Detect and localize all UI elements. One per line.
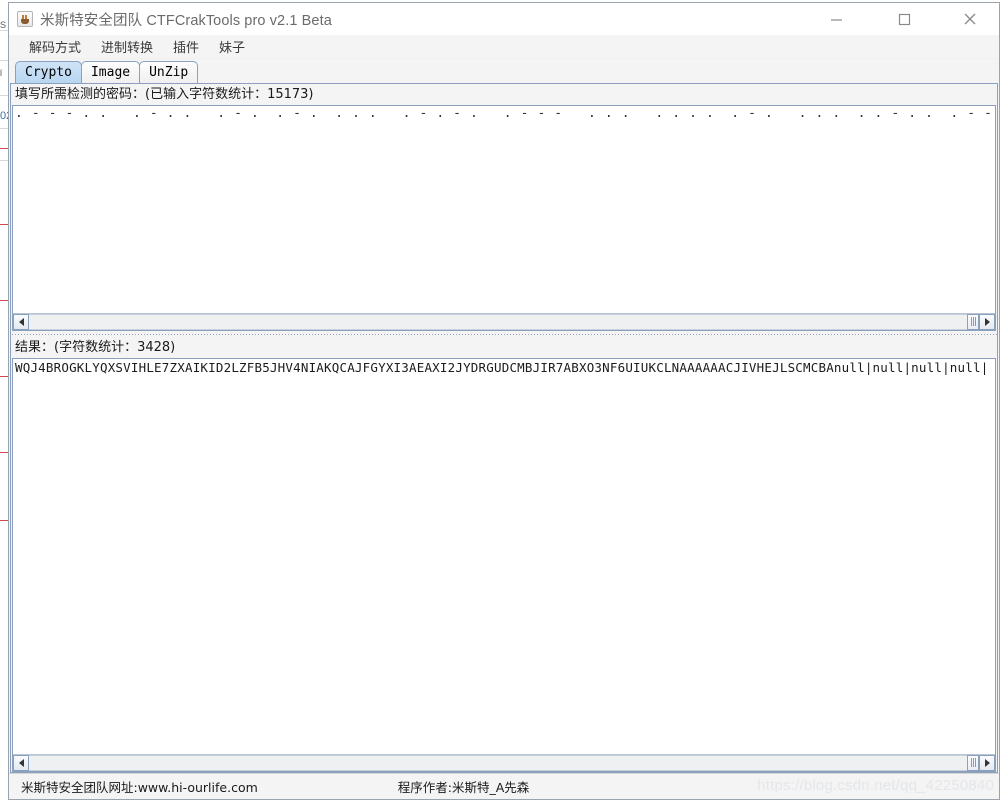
minimize-button[interactable]: [813, 3, 859, 35]
result-horizontal-scrollbar[interactable]: |||: [13, 754, 995, 771]
tab-strip: Crypto Image UnZip: [9, 59, 999, 83]
title-bar[interactable]: 米斯特安全团队 CTFCrakTools pro v2.1 Beta: [9, 3, 999, 35]
menu-item-plugins[interactable]: 插件: [163, 35, 209, 58]
maximize-button[interactable]: [881, 3, 927, 35]
menu-item-decode[interactable]: 解码方式: [19, 35, 91, 58]
scroll-track[interactable]: [29, 755, 967, 771]
scroll-left-arrow-icon[interactable]: [13, 314, 29, 330]
menu-item-girls[interactable]: 妹子: [209, 35, 255, 58]
menu-bar: 解码方式 进制转换 插件 妹子: [9, 35, 999, 59]
menu-item-radix-convert[interactable]: 进制转换: [91, 35, 163, 58]
status-author: 程序作者:米斯特_A先森: [397, 780, 530, 795]
scroll-thumb[interactable]: |||: [967, 314, 979, 330]
status-bar: 米斯特安全团队网址:www.hi-ourlife.com 程序作者:米斯特_A先…: [9, 773, 999, 799]
application-window: 米斯特安全团队 CTFCrakTools pro v2.1 Beta 解码方式 …: [8, 2, 1000, 800]
result-output-textarea[interactable]: WQJ4BROGKLYQXSVIHLE7ZXAIKID2LZFB5JHV4NIA…: [13, 359, 995, 754]
scroll-thumb[interactable]: |||: [967, 755, 979, 771]
minimize-icon: [830, 18, 842, 21]
password-input-value: . - - - . . . - . . . - . . - . . . . . …: [15, 107, 993, 121]
result-output-value: WQJ4BROGKLYQXSVIHLE7ZXAIKID2LZFB5JHV4NIA…: [15, 360, 989, 375]
result-field-label: 结果：(字符数统计：3428): [11, 337, 997, 358]
password-input-scrollpane: . - - - . . . - . . . - . . - . . . . . …: [12, 105, 996, 331]
window-title: 米斯特安全团队 CTFCrakTools pro v2.1 Beta: [40, 12, 332, 29]
scroll-right-arrow-icon[interactable]: [979, 314, 995, 330]
scroll-right-arrow-icon[interactable]: [979, 755, 995, 771]
close-icon: [964, 13, 976, 25]
input-horizontal-scrollbar[interactable]: |||: [13, 313, 995, 330]
scroll-track[interactable]: [29, 314, 967, 330]
close-button[interactable]: [947, 3, 993, 35]
password-input-textarea[interactable]: . - - - . . . - . . . - . . - . . . . . …: [13, 106, 995, 313]
status-site-url: 米斯特安全团队网址:www.hi-ourlife.com: [21, 780, 258, 795]
tab-unzip[interactable]: UnZip: [139, 61, 199, 83]
input-field-label: 填写所需检测的密码：(已输入字符数统计：15173): [11, 84, 997, 105]
maximize-icon: [898, 13, 910, 25]
crypto-tab-panel: 填写所需检测的密码：(已输入字符数统计：15173) . - - - . . .…: [10, 83, 998, 773]
tab-crypto[interactable]: Crypto: [15, 61, 82, 83]
scroll-left-arrow-icon[interactable]: [13, 755, 29, 771]
result-output-scrollpane: WQJ4BROGKLYQXSVIHLE7ZXAIKID2LZFB5JHV4NIA…: [12, 358, 996, 772]
tab-image[interactable]: Image: [80, 61, 141, 83]
java-coffee-cup-icon: [17, 11, 33, 27]
